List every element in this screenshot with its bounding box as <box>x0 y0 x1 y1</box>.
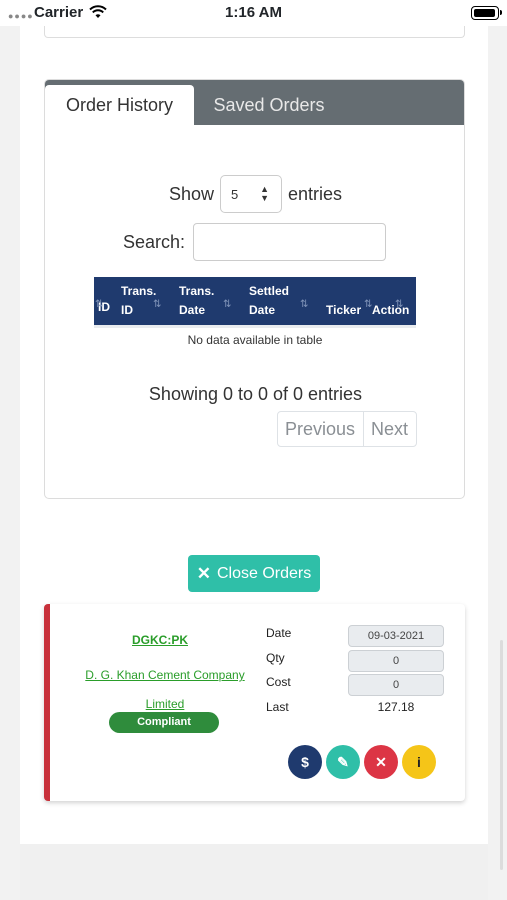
column-trans-id-line2: ID <box>121 303 133 317</box>
date-field: 09-03-2021 <box>348 625 444 647</box>
sort-icon: ⇅ <box>395 299 404 310</box>
info-icon: i <box>417 754 421 770</box>
cost-field: 0 <box>348 674 444 696</box>
column-action[interactable]: Action <box>372 282 409 320</box>
buy-button[interactable]: $ <box>288 745 322 779</box>
close-orders-label: Close Orders <box>217 564 312 582</box>
qty-label: Qty <box>266 651 285 665</box>
entries-length-control: Show 5 ▲ ▼ entries <box>45 175 464 213</box>
column-trans-date-line1: Trans. <box>179 284 215 298</box>
empty-table-message: No data available in table <box>187 333 323 347</box>
column-trans-date-line2: Date <box>179 303 206 317</box>
sort-icon: ⇅ <box>300 299 309 310</box>
entries-select[interactable]: 5 ▲ ▼ <box>220 175 282 213</box>
delete-button[interactable]: ✕ <box>364 745 398 779</box>
column-trans-id[interactable]: Trans. ID <box>121 282 156 320</box>
order-history-card: Order History Saved Orders Show 5 ▲ ▼ ent… <box>44 79 465 499</box>
last-price: 127.18 <box>377 700 415 714</box>
tab-saved-orders[interactable]: Saved Orders <box>194 85 344 125</box>
sort-icon: ⇅ <box>95 299 104 310</box>
column-trans-date[interactable]: Trans. Date <box>179 282 214 320</box>
column-ticker-label: Ticker <box>326 303 362 317</box>
column-trans-id-line1: Trans. <box>121 284 157 298</box>
column-action-label: Action <box>372 303 410 317</box>
entries-label: entries <box>288 183 343 204</box>
order-card: DGKC:PK D. G. Khan Cement Company Limite… <box>44 604 465 801</box>
pagination: Previous Next <box>277 411 417 447</box>
edit-button[interactable]: ✎ <box>326 745 360 779</box>
previous-button[interactable]: Previous <box>278 412 364 446</box>
dollar-icon: $ <box>301 754 309 770</box>
pencil-icon: ✎ <box>337 753 349 770</box>
info-button[interactable]: i <box>402 745 436 779</box>
close-orders-button[interactable]: ✕ Close Orders <box>188 555 320 592</box>
column-settled-date-line1: Settled <box>249 284 290 298</box>
clock: 1:16 AM <box>225 4 282 21</box>
ticker-link[interactable]: DGKC:PK <box>50 633 270 647</box>
battery-icon <box>471 6 502 20</box>
select-arrows-icon: ▲ ▼ <box>260 184 269 203</box>
table-header: ID ⇅ Trans. ID ⇅ Trans. Date ⇅ Settled D… <box>94 277 416 328</box>
status-badge: Compliant <box>109 712 219 733</box>
search-input[interactable] <box>193 223 387 261</box>
sort-icon: ⇅ <box>153 299 162 310</box>
search-control: Search: <box>123 223 387 261</box>
last-label: Last <box>266 700 289 714</box>
previous-card <box>44 26 465 38</box>
search-label: Search: <box>123 231 186 252</box>
table-info: Showing 0 to 0 of 0 entries <box>148 384 363 404</box>
tab-strip: Order History Saved Orders <box>45 80 464 125</box>
entries-select-value: 5 <box>231 186 239 202</box>
company-link[interactable]: D. G. Khan Cement Company Limited <box>70 661 260 719</box>
date-label: Date <box>266 626 292 640</box>
status-bar: ●●●● Carrier 1:16 AM <box>0 0 507 26</box>
tab-order-history[interactable]: Order History <box>45 85 194 125</box>
column-id[interactable]: ID <box>98 279 110 317</box>
close-icon: ✕ <box>375 753 387 770</box>
close-x-icon: ✕ <box>196 563 211 583</box>
cost-label: Cost <box>266 675 291 689</box>
sort-icon: ⇅ <box>223 299 232 310</box>
column-settled-date[interactable]: Settled Date <box>249 282 289 320</box>
column-ticker[interactable]: Ticker <box>326 282 361 320</box>
show-label: Show <box>168 183 214 204</box>
qty-field: 0 <box>348 650 444 672</box>
column-settled-date-line2: Date <box>249 303 276 317</box>
next-button[interactable]: Next <box>364 412 416 446</box>
company-name-line1: D. G. Khan Cement Company <box>85 668 245 682</box>
page-footer-area <box>20 844 488 900</box>
scrollbar[interactable] <box>500 640 503 870</box>
